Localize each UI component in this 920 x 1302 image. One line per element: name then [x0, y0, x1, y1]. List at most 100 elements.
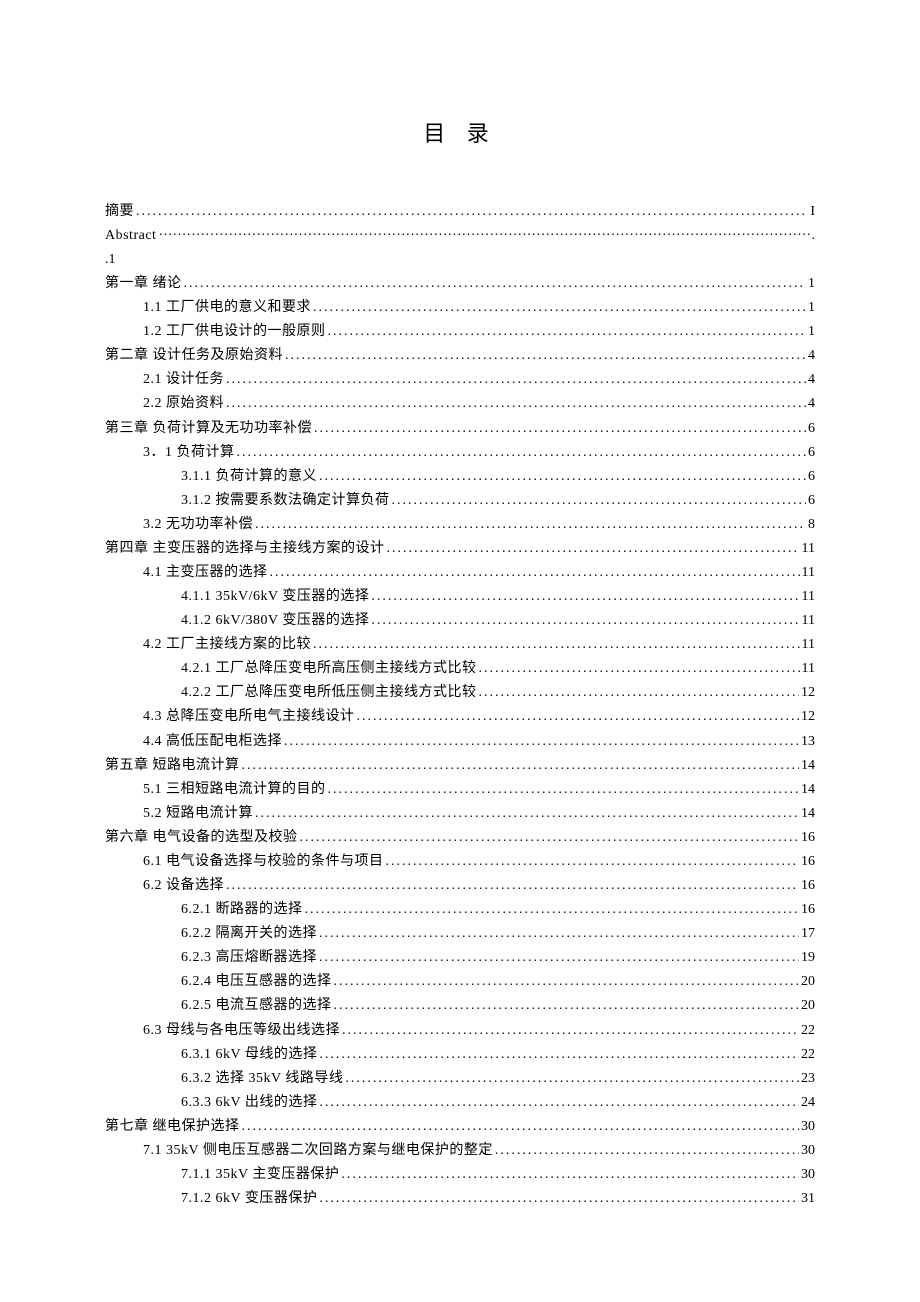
- toc-entry: 第七章 继电保护选择 30: [105, 1115, 815, 1139]
- toc-entry-leader: [242, 754, 800, 778]
- toc-entry-page: 6: [808, 441, 815, 465]
- toc-entry: 第四章 主变压器的选择与主接线方案的设计11: [105, 537, 815, 561]
- toc-entry-page: 16: [801, 898, 815, 922]
- toc-entry-label: 3.2 无功功率补偿: [143, 513, 253, 537]
- toc-entry-page: 1: [808, 296, 815, 320]
- toc-entry-leader: [341, 1163, 799, 1187]
- toc-entry-label: 4.3 总降压变电所电气主接线设计: [143, 705, 355, 729]
- toc-entry-label: 3.1.1 负荷计算的意义: [181, 465, 317, 489]
- toc-entry-page: 20: [801, 970, 815, 994]
- toc-entry: 4.2.2 工厂总降压变电所低压侧主接线方式比较 12: [105, 681, 815, 705]
- toc-entry-page: 14: [801, 754, 815, 778]
- toc-entry-label: 4.1 主变压器的选择: [143, 561, 268, 585]
- toc-entry-leader: [284, 730, 799, 754]
- toc-entry: 4.2 工厂主接线方案的比较11: [105, 633, 815, 657]
- toc-entry-page: 17: [801, 922, 815, 946]
- toc-entry: Abstract.: [105, 224, 815, 248]
- toc-entry-label: 3．1 负荷计算: [143, 441, 235, 465]
- toc-entry: 2.2 原始资料 4: [105, 392, 815, 416]
- toc-entry: 2.1 设计任务4: [105, 368, 815, 392]
- toc-entry-label: 1.1 工厂供电的意义和要求: [143, 296, 311, 320]
- toc-entry: 1.2 工厂供电设计的一般原则 1: [105, 320, 815, 344]
- toc-entry: 6.2.4 电压互感器的选择20: [105, 970, 815, 994]
- toc-entry: 4.1.2 6kV/380V 变压器的选择 11: [105, 609, 815, 633]
- toc-entry-page: 16: [801, 850, 815, 874]
- toc-entry: 5.1 三相短路电流计算的目的14: [105, 778, 815, 802]
- toc-entry-label: 第三章 负荷计算及无功功率补偿: [105, 417, 312, 441]
- toc-entry-leader: [226, 368, 806, 392]
- toc-entry: 摘要I: [105, 200, 815, 224]
- toc-entry-page: 4: [808, 392, 815, 416]
- toc-entry: 第六章 电气设备的选型及校验16: [105, 826, 815, 850]
- toc-entry-leader: [334, 994, 800, 1018]
- page-title: 目 录: [105, 115, 815, 152]
- toc-entry-page: 19: [801, 946, 815, 970]
- toc-entry-label: 7.1.2 6kV 变压器保护: [181, 1187, 317, 1211]
- toc-entry-leader: [357, 705, 800, 729]
- toc-entry-leader: [319, 946, 799, 970]
- toc-entry-leader: [392, 489, 807, 513]
- toc-entry-leader: [242, 1115, 800, 1139]
- toc-entry-label: .1: [105, 252, 116, 267]
- toc-entry: 第五章 短路电流计算 14: [105, 754, 815, 778]
- toc-entry-page: 14: [801, 778, 815, 802]
- toc-entry: 4.1 主变压器的选择11: [105, 561, 815, 585]
- toc-entry-leader: [345, 1067, 799, 1091]
- toc-entry-leader: [184, 272, 807, 296]
- toc-entry: 5.2 短路电流计算14: [105, 802, 815, 826]
- toc-entry-label: 2.1 设计任务: [143, 368, 224, 392]
- toc-entry-leader: [313, 633, 800, 657]
- toc-entry-page: 12: [801, 681, 815, 705]
- toc-entry-label: 6.2.5 电流互感器的选择: [181, 994, 332, 1018]
- toc-entry-leader: [319, 922, 799, 946]
- toc-entry-label: 4.2.2 工厂总降压变电所低压侧主接线方式比较: [181, 681, 477, 705]
- toc-entry-page: 11: [802, 585, 815, 609]
- toc-entry-page: 31: [801, 1187, 815, 1211]
- toc-entry: 第二章 设计任务及原始资料4: [105, 344, 815, 368]
- toc-entry: 第一章 绪论 1: [105, 272, 815, 296]
- toc-entry-leader: [386, 850, 800, 874]
- toc-entry-page: 11: [802, 633, 815, 657]
- toc-entry: 4.1.1 35kV/6kV 变压器的选择 11: [105, 585, 815, 609]
- toc-entry-label: 7.1 35kV 侧电压互感器二次回路方案与继电保护的整定: [143, 1139, 493, 1163]
- toc-entry-label: 第六章 电气设备的选型及校验: [105, 826, 298, 850]
- toc-entry-label: 第五章 短路电流计算: [105, 754, 240, 778]
- toc-entry: 6.3.3 6kV 出线的选择 24: [105, 1091, 815, 1115]
- toc-entry-label: 6.2.2 隔离开关的选择: [181, 922, 317, 946]
- toc-entry: 6.3 母线与各电压等级出线选择22: [105, 1019, 815, 1043]
- toc-entry-label: 第七章 继电保护选择: [105, 1115, 240, 1139]
- toc-entry-label: 2.2 原始资料: [143, 392, 224, 416]
- toc-entry: 4.3 总降压变电所电气主接线设计 12: [105, 705, 815, 729]
- toc-entry-page: 1: [808, 272, 815, 296]
- toc-entry-page: 8: [808, 513, 815, 537]
- toc-entry: 1.1 工厂供电的意义和要求 1: [105, 296, 815, 320]
- toc-entry-label: 4.2.1 工厂总降压变电所高压侧主接线方式比较: [181, 657, 477, 681]
- toc-entry-page: 11: [802, 609, 815, 633]
- toc-entry-leader: [328, 778, 800, 802]
- toc-entry: 3.1.1 负荷计算的意义6: [105, 465, 815, 489]
- toc-entry-label: 6.2.1 断路器的选择: [181, 898, 303, 922]
- toc-entry-page: 13: [801, 730, 815, 754]
- toc-entry-page: 23: [801, 1067, 815, 1091]
- toc-entry: 3.1.2 按需要系数法确定计算负荷6: [105, 489, 815, 513]
- toc-entry-label: 4.4 高低压配电柜选择: [143, 730, 282, 754]
- toc-entry-leader: [319, 1091, 799, 1115]
- toc-entry-leader: [479, 657, 800, 681]
- toc-entry: 4.2.1 工厂总降压变电所高压侧主接线方式比较11: [105, 657, 815, 681]
- toc-entry-leader: [305, 898, 800, 922]
- toc-entry-leader: [328, 320, 807, 344]
- toc-entry: 6.3.2 选择 35kV 线路导线23: [105, 1067, 815, 1091]
- toc-entry-label: 4.1.1 35kV/6kV 变压器的选择: [181, 585, 369, 609]
- toc-entry-page: 30: [801, 1115, 815, 1139]
- toc-entry-label: 第一章 绪论: [105, 272, 182, 296]
- toc-entry-leader: [371, 609, 799, 633]
- toc-entry-leader: [387, 537, 800, 561]
- toc-entry-leader: [313, 296, 806, 320]
- toc-entry-label: 第四章 主变压器的选择与主接线方案的设计: [105, 537, 385, 561]
- toc-entry-leader: [237, 441, 807, 465]
- toc-entry-label: 第二章 设计任务及原始资料: [105, 344, 283, 368]
- toc-entry-page: 16: [801, 874, 815, 898]
- toc-entry: 7.1.1 35kV 主变压器保护 30: [105, 1163, 815, 1187]
- toc-entry-label: Abstract: [105, 224, 156, 248]
- toc-entry-page: 12: [801, 705, 815, 729]
